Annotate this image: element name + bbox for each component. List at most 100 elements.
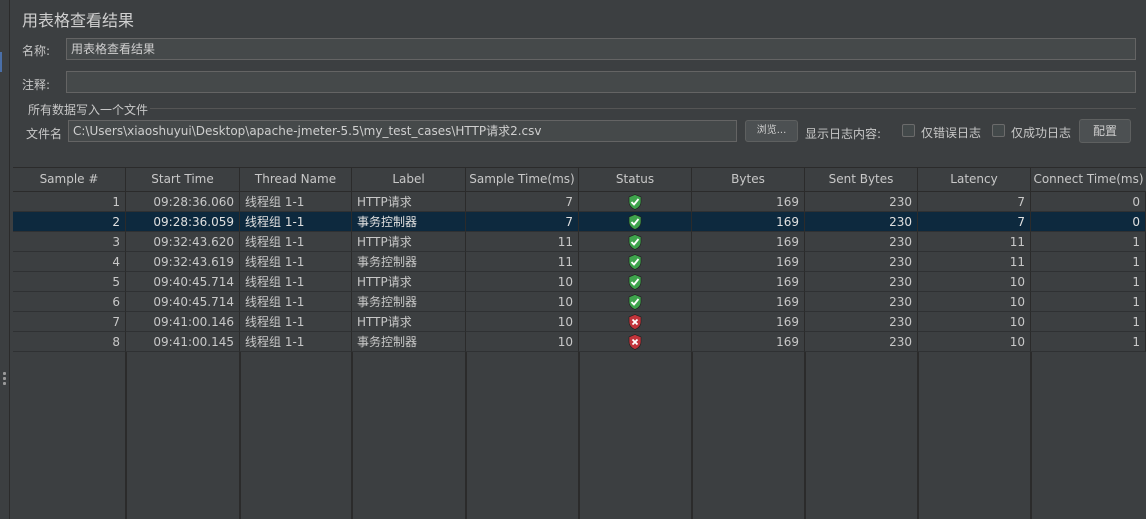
cell-latency: 7 [918, 212, 1031, 232]
column-separator [805, 352, 806, 519]
column-header-connect-time[interactable]: Connect Time(ms) [1031, 168, 1146, 191]
cell-start-time: 09:40:45.714 [126, 272, 240, 292]
cell-bytes: 169 [692, 252, 805, 272]
view-results-in-table-panel: 用表格查看结果 名称: 用表格查看结果 注释: 所有数据写入一个文件 文件名 C… [0, 0, 1146, 519]
column-separator [240, 352, 241, 519]
table-row[interactable]: 7 09:41:00.146 线程组 1-1 HTTP请求 10 169 230 10 1 [13, 312, 1146, 332]
column-header-sample[interactable]: Sample # [13, 168, 126, 191]
cell-connect-time: 1 [1031, 332, 1146, 352]
cell-thread-name: 线程组 1-1 [240, 192, 352, 212]
success-only-label[interactable]: 仅成功日志 [1011, 124, 1071, 141]
cell-sent-bytes: 230 [805, 252, 918, 272]
cell-label: HTTP请求 [352, 312, 466, 332]
success-shield-icon [628, 254, 642, 270]
column-header-sample-time[interactable]: Sample Time(ms) [466, 168, 579, 191]
cell-start-time: 09:41:00.145 [126, 332, 240, 352]
errors-only-label[interactable]: 仅错误日志 [921, 124, 981, 141]
cell-bytes: 169 [692, 272, 805, 292]
cell-sample-time: 11 [466, 252, 579, 272]
cell-latency: 11 [918, 232, 1031, 252]
cell-label: HTTP请求 [352, 272, 466, 292]
cell-bytes: 169 [692, 192, 805, 212]
tree-selection-marker [0, 52, 2, 72]
log-content-label: 显示日志内容: [805, 127, 882, 141]
cell-start-time: 09:28:36.059 [126, 212, 240, 232]
cell-sample: 5 [13, 272, 126, 292]
cell-sample: 7 [13, 312, 126, 332]
group-divider [150, 108, 1136, 109]
browse-button[interactable]: 浏览... [745, 120, 798, 142]
cell-sample: 4 [13, 252, 126, 272]
cell-start-time: 09:41:00.146 [126, 312, 240, 332]
success-shield-icon [628, 274, 642, 290]
table-row[interactable]: 3 09:32:43.620 线程组 1-1 HTTP请求 11 169 230 11 1 [13, 232, 1146, 252]
cell-sample-time: 10 [466, 292, 579, 312]
cell-sample: 1 [13, 192, 126, 212]
cell-bytes: 169 [692, 232, 805, 252]
comment-label: 注释: [22, 78, 51, 92]
column-header-label[interactable]: Label [352, 168, 466, 191]
cell-connect-time: 0 [1031, 192, 1146, 212]
left-splitter[interactable] [0, 0, 10, 519]
cell-status [579, 272, 692, 292]
table-row[interactable]: 8 09:41:00.145 线程组 1-1 事务控制器 10 169 230 10 1 [13, 332, 1146, 352]
cell-thread-name: 线程组 1-1 [240, 292, 352, 312]
filename-label: 文件名 [26, 127, 63, 141]
column-separator [692, 352, 693, 519]
cell-latency: 10 [918, 332, 1031, 352]
table-row[interactable]: 1 09:28:36.060 线程组 1-1 HTTP请求 7 169 230 7 0 [13, 192, 1146, 212]
cell-sent-bytes: 230 [805, 232, 918, 252]
cell-thread-name: 线程组 1-1 [240, 312, 352, 332]
cell-sample-time: 10 [466, 312, 579, 332]
cell-latency: 11 [918, 252, 1031, 272]
cell-connect-time: 0 [1031, 212, 1146, 232]
cell-label: HTTP请求 [352, 232, 466, 252]
cell-thread-name: 线程组 1-1 [240, 332, 352, 352]
cell-sent-bytes: 230 [805, 272, 918, 292]
cell-sample-time: 10 [466, 272, 579, 292]
cell-start-time: 09:32:43.619 [126, 252, 240, 272]
cell-sent-bytes: 230 [805, 192, 918, 212]
column-separator [352, 352, 353, 519]
column-header-sent-bytes[interactable]: Sent Bytes [805, 168, 918, 191]
column-separator [579, 352, 580, 519]
name-input[interactable]: 用表格查看结果 [66, 38, 1136, 60]
cell-sent-bytes: 230 [805, 212, 918, 232]
panel-title: 用表格查看结果 [22, 11, 135, 30]
column-header-start-time[interactable]: Start Time [126, 168, 240, 191]
cell-sample: 6 [13, 292, 126, 312]
column-header-latency[interactable]: Latency [918, 168, 1031, 191]
table-row[interactable]: 4 09:32:43.619 线程组 1-1 事务控制器 11 169 230 11 1 [13, 252, 1146, 272]
cell-sample: 2 [13, 212, 126, 232]
comment-input[interactable] [66, 71, 1136, 93]
cell-label: 事务控制器 [352, 292, 466, 312]
success-only-checkbox[interactable] [992, 124, 1005, 137]
column-header-status[interactable]: Status [579, 168, 692, 191]
column-header-thread-name[interactable]: Thread Name [240, 168, 352, 191]
success-shield-icon [628, 234, 642, 250]
cell-thread-name: 线程组 1-1 [240, 252, 352, 272]
success-shield-icon [628, 294, 642, 310]
cell-start-time: 09:40:45.714 [126, 292, 240, 312]
splitter-grip-icon[interactable] [3, 372, 6, 386]
errors-only-checkbox[interactable] [902, 124, 915, 137]
column-header-bytes[interactable]: Bytes [692, 168, 805, 191]
table-row[interactable]: 6 09:40:45.714 线程组 1-1 事务控制器 10 169 230 10 1 [13, 292, 1146, 312]
cell-latency: 10 [918, 312, 1031, 332]
failure-shield-icon [628, 334, 642, 350]
table-row[interactable]: 5 09:40:45.714 线程组 1-1 HTTP请求 10 169 230 10 1 [13, 272, 1146, 292]
cell-label: 事务控制器 [352, 332, 466, 352]
filename-input[interactable]: C:\Users\xiaoshuyui\Desktop\apache-jmete… [68, 120, 737, 142]
column-separator [466, 352, 467, 519]
column-separator [918, 352, 919, 519]
cell-sent-bytes: 230 [805, 312, 918, 332]
cell-connect-time: 1 [1031, 272, 1146, 292]
table-row[interactable]: 2 09:28:36.059 线程组 1-1 事务控制器 7 169 230 7 0 [13, 212, 1146, 232]
column-separator [126, 352, 127, 519]
cell-latency: 7 [918, 192, 1031, 212]
table-header: Sample # Start Time Thread Name Label Sa… [13, 168, 1146, 192]
cell-thread-name: 线程组 1-1 [240, 212, 352, 232]
configure-button[interactable]: 配置 [1079, 119, 1131, 143]
cell-latency: 10 [918, 292, 1031, 312]
cell-status [579, 232, 692, 252]
